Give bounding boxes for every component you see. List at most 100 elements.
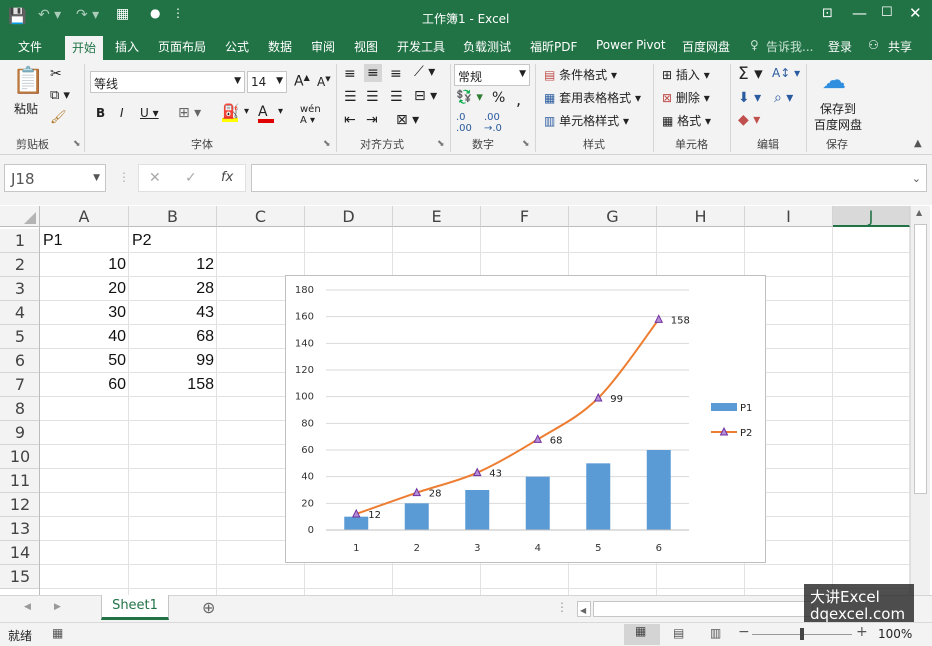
zoom-level[interactable]: 100%	[878, 627, 912, 641]
align-left-icon[interactable]: ☰	[344, 89, 357, 105]
increase-indent-icon[interactable]: ⇥	[366, 112, 378, 128]
align-bottom-icon[interactable]: ≡	[390, 66, 402, 82]
ribbon-display-icon[interactable]: ⊡	[822, 6, 833, 21]
font-color-dropdown-icon[interactable]: ▾	[278, 106, 283, 117]
cell-b6[interactable]: 99	[129, 349, 217, 373]
autosum-icon[interactable]: Σ ▾	[738, 64, 763, 84]
cancel-icon[interactable]: ✕	[149, 170, 161, 186]
row-header-8[interactable]: 8	[0, 397, 40, 421]
sheet-tab-sheet1[interactable]: Sheet1	[101, 595, 169, 620]
underline-icon[interactable]: U ▾	[140, 106, 159, 120]
tab-insert[interactable]: 插入	[115, 38, 139, 55]
row-header-13[interactable]: 13	[0, 517, 40, 541]
shrink-font-icon[interactable]: A▼	[317, 75, 331, 89]
find-select-icon[interactable]: ⌕ ▾	[774, 90, 793, 106]
format-painter-icon[interactable]: 🖌	[50, 110, 67, 125]
minimize-icon[interactable]: —	[852, 4, 867, 22]
tab-data[interactable]: 数据	[268, 38, 292, 55]
macro-record-icon[interactable]: ▦	[52, 626, 63, 640]
row-header-12[interactable]: 12	[0, 493, 40, 517]
align-right-icon[interactable]: ☰	[390, 89, 403, 105]
font-size-select[interactable]: 14 ▼	[247, 71, 287, 93]
increase-decimal-icon[interactable]: .0.00	[456, 112, 472, 134]
fill-color-icon[interactable]: ⛽	[222, 104, 239, 122]
formula-input[interactable]: ⌄	[251, 164, 927, 192]
zoom-slider-thumb[interactable]	[800, 628, 804, 640]
tab-developer[interactable]: 开发工具	[397, 38, 445, 55]
tab-power-pivot[interactable]: Power Pivot	[596, 38, 666, 52]
sort-filter-icon[interactable]: A↕ ▾	[772, 66, 800, 80]
row-header-10[interactable]: 10	[0, 445, 40, 469]
split-grip-icon[interactable]: ⋮	[556, 600, 568, 614]
cell-b1[interactable]: P2	[129, 229, 217, 253]
page-break-view-icon[interactable]: ▥	[710, 626, 721, 640]
bold-icon[interactable]: B	[96, 106, 105, 120]
chart[interactable]: 0 20 40 60 80 100 120 140 160 180 1 2 3 4 5 6 12 28 43 68 99…	[285, 275, 766, 563]
collapse-ribbon-icon[interactable]: ▲	[914, 138, 922, 149]
prev-sheet-icon[interactable]: ◀	[24, 602, 31, 612]
baidu-cloud-icon[interactable]: ☁	[822, 66, 846, 94]
vertical-scrollbar[interactable]: ▲	[910, 206, 930, 595]
cell-a6[interactable]: 50	[40, 349, 129, 373]
save-icon[interactable]: 💾	[8, 7, 27, 25]
customize-qat-icon[interactable]: ⋮	[172, 6, 184, 20]
row-header-6[interactable]: 6	[0, 349, 40, 373]
align-center-icon[interactable]: ☰	[366, 89, 379, 105]
row-header-1[interactable]: 1	[0, 229, 40, 253]
column-header-h[interactable]: H	[657, 206, 745, 227]
tab-file[interactable]: 文件	[18, 38, 42, 55]
dot-icon[interactable]: ●	[150, 6, 160, 20]
orientation-icon[interactable]: ⟋ ▾	[414, 64, 435, 80]
cell-a2[interactable]: 10	[40, 253, 129, 277]
login-link[interactable]: 登录	[828, 38, 852, 55]
clipboard-launcher-icon[interactable]: ⬊	[73, 139, 81, 149]
row-header-5[interactable]: 5	[0, 325, 40, 349]
percent-icon[interactable]: %	[492, 90, 505, 106]
phonetic-icon[interactable]: wén A ▾	[300, 104, 321, 126]
clipboard-icon[interactable]: 📋	[12, 66, 44, 96]
cell-b7[interactable]: 158	[129, 373, 217, 397]
border-icon[interactable]: ⊞ ▾	[178, 105, 201, 121]
redo-icon[interactable]: ↷ ▾	[76, 7, 99, 23]
insert-function-icon[interactable]: fx	[221, 170, 233, 185]
name-box[interactable]: J18 ▼	[4, 164, 106, 192]
column-header-e[interactable]: E	[393, 206, 481, 227]
tab-formulas[interactable]: 公式	[225, 38, 249, 55]
alignment-launcher-icon[interactable]: ⬊	[437, 139, 445, 149]
column-header-i[interactable]: I	[745, 206, 833, 227]
conditional-format-button[interactable]: ▤ 条件格式 ▾	[544, 66, 617, 83]
paste-button[interactable]: 粘贴	[14, 100, 38, 117]
cell-a4[interactable]: 30	[40, 301, 129, 325]
font-color-icon[interactable]: A	[258, 104, 274, 123]
column-header-b[interactable]: B	[129, 206, 217, 227]
row-header-7[interactable]: 7	[0, 373, 40, 397]
accounting-icon[interactable]: 💱 ▾	[456, 90, 483, 105]
font-launcher-icon[interactable]: ⬊	[323, 139, 331, 149]
row-header-14[interactable]: 14	[0, 541, 40, 565]
column-header-d[interactable]: D	[305, 206, 393, 227]
quick-access-icon[interactable]: ▦	[116, 6, 129, 22]
page-layout-view-icon[interactable]: ▤	[673, 626, 684, 640]
copy-icon[interactable]: ⧉ ▾	[50, 88, 70, 103]
tab-baidu-disk[interactable]: 百度网盘	[682, 38, 730, 55]
decrease-decimal-icon[interactable]: .00 →.0	[484, 112, 502, 134]
delete-cells-button[interactable]: ⊠ 删除 ▾	[662, 89, 710, 106]
merge-center-icon[interactable]: ⊠ ▾	[396, 112, 419, 128]
cell-b4[interactable]: 43	[129, 301, 217, 325]
row-header-4[interactable]: 4	[0, 301, 40, 325]
wrap-text-icon[interactable]: ⊟ ▾	[414, 88, 437, 104]
grow-font-icon[interactable]: A▲	[294, 73, 310, 90]
scroll-left-button[interactable]: ◀	[577, 601, 591, 617]
column-header-a[interactable]: A	[40, 206, 129, 227]
row-header-2[interactable]: 2	[0, 253, 40, 277]
comma-icon[interactable]: ,	[516, 90, 521, 109]
add-sheet-icon[interactable]: ⊕	[202, 598, 215, 617]
insert-cells-button[interactable]: ⊞ 插入 ▾	[662, 66, 710, 83]
cell-a1[interactable]: P1	[40, 229, 129, 253]
maximize-icon[interactable]: ☐	[881, 5, 893, 20]
table-format-button[interactable]: ▦ 套用表格格式 ▾	[544, 89, 641, 106]
clear-icon[interactable]: ◆ ▾	[738, 112, 760, 128]
cell-a3[interactable]: 20	[40, 277, 129, 301]
share-button[interactable]: 共享	[888, 38, 912, 55]
align-top-icon[interactable]: ≡	[344, 66, 356, 82]
